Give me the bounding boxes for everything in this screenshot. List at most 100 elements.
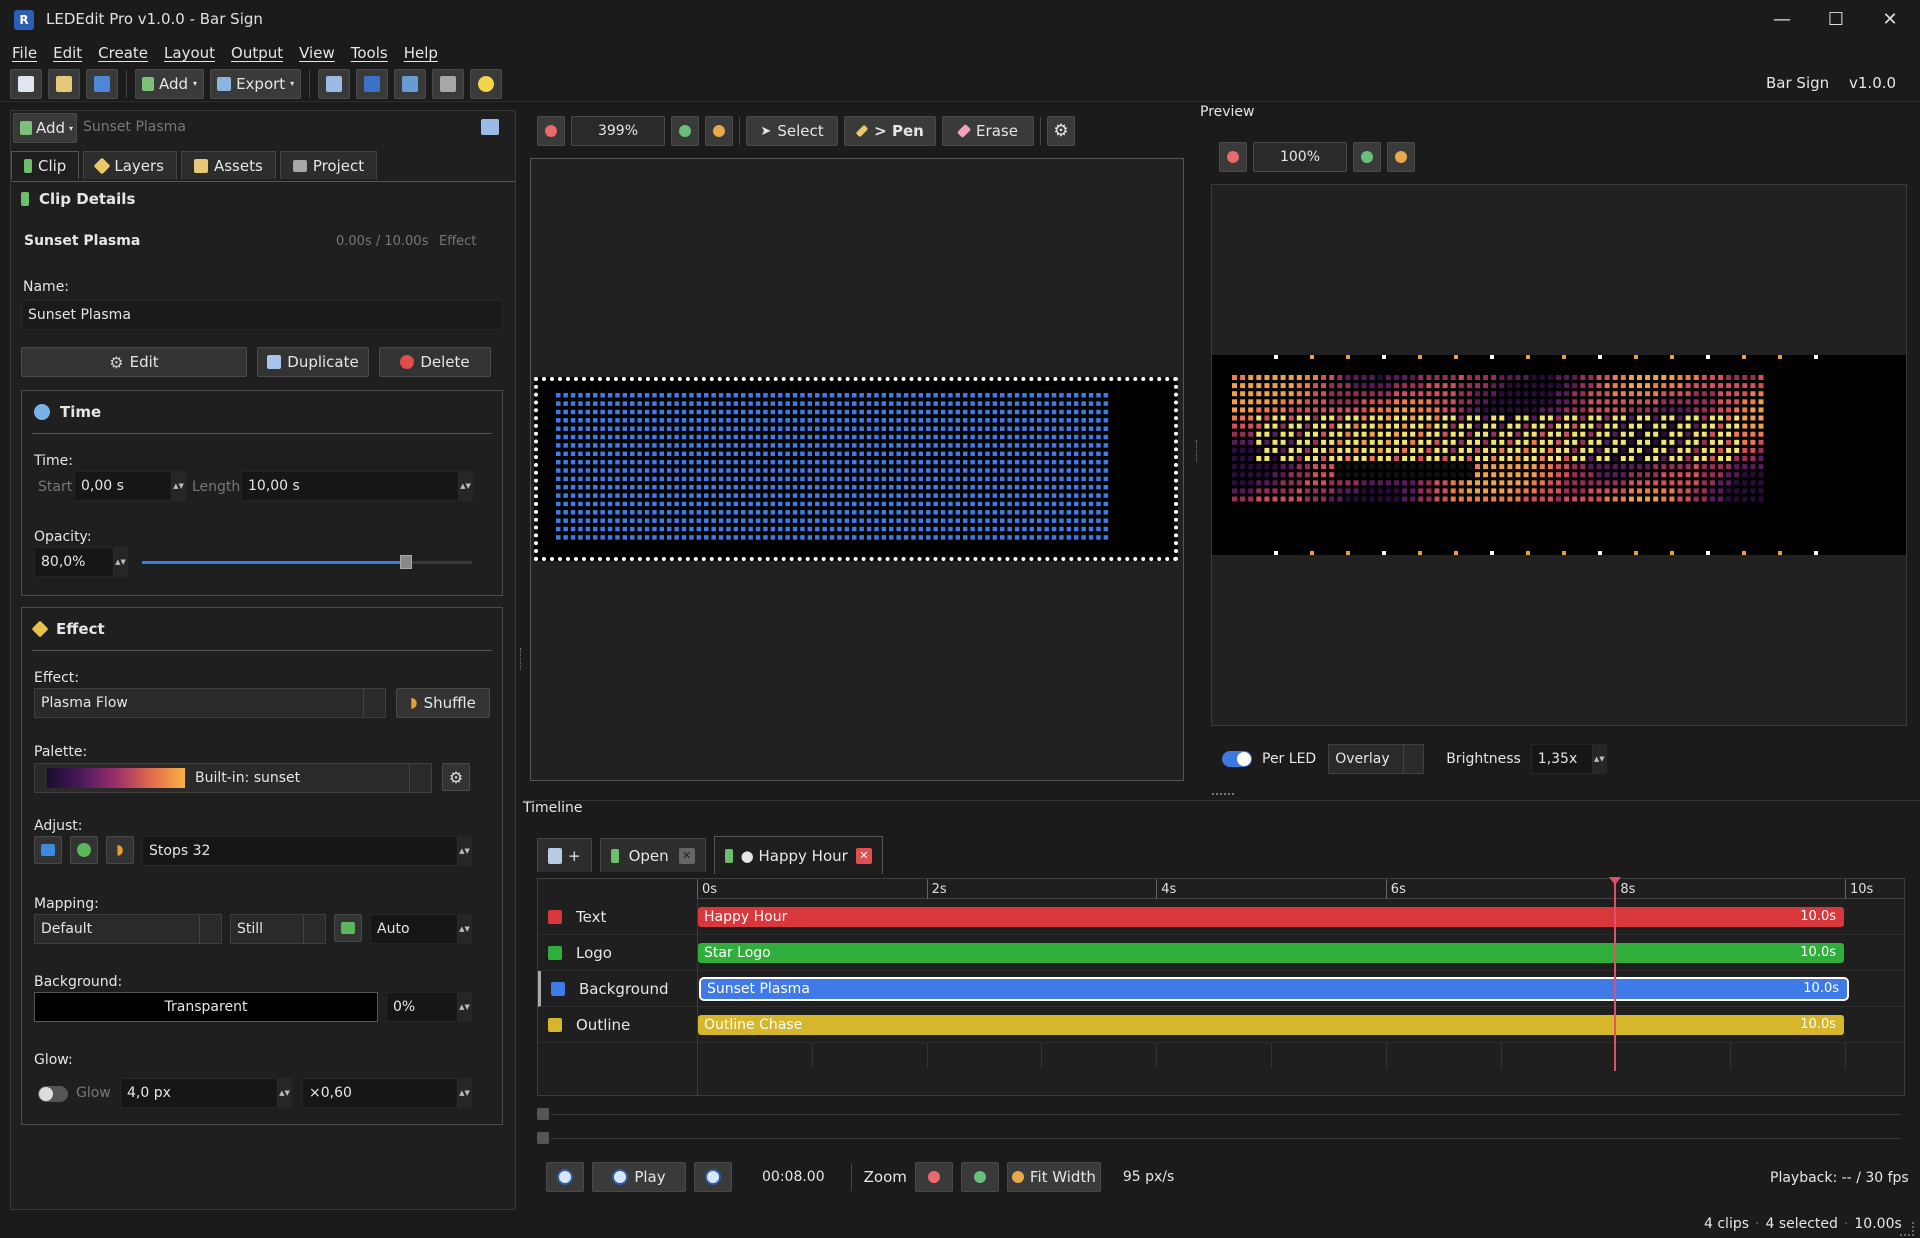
led-pixel[interactable] bbox=[770, 476, 776, 482]
led-pixel[interactable] bbox=[815, 409, 820, 415]
led-pixel[interactable] bbox=[829, 468, 835, 473]
led-pixel[interactable] bbox=[963, 535, 968, 540]
led-pixel[interactable] bbox=[874, 510, 879, 515]
led-pixel[interactable] bbox=[948, 434, 953, 440]
led-pixel[interactable] bbox=[674, 443, 679, 448]
led-pixel[interactable] bbox=[889, 493, 894, 498]
led-pixel[interactable] bbox=[593, 418, 598, 423]
led-pixel[interactable] bbox=[1103, 459, 1109, 465]
led-pixel[interactable] bbox=[933, 418, 938, 423]
led-pixel[interactable] bbox=[829, 476, 835, 482]
led-pixel[interactable] bbox=[881, 443, 887, 448]
blend-mode-select[interactable]: Overlay bbox=[1328, 744, 1425, 774]
led-pixel[interactable] bbox=[674, 476, 679, 482]
led-pixel[interactable] bbox=[748, 418, 753, 423]
led-pixel[interactable] bbox=[852, 426, 857, 431]
led-pixel[interactable] bbox=[955, 510, 961, 515]
led-pixel[interactable] bbox=[992, 459, 998, 465]
led-pixel[interactable] bbox=[970, 459, 975, 465]
led-pixel[interactable] bbox=[1014, 401, 1020, 406]
led-pixel[interactable] bbox=[1088, 468, 1094, 473]
led-pixel[interactable] bbox=[748, 443, 753, 448]
led-pixel[interactable] bbox=[689, 526, 694, 532]
led-pixel[interactable] bbox=[630, 493, 635, 498]
led-pixel[interactable] bbox=[800, 476, 805, 482]
led-pixel[interactable] bbox=[896, 518, 901, 523]
led-pixel[interactable] bbox=[859, 484, 864, 490]
led-pixel[interactable] bbox=[807, 484, 813, 490]
led-pixel[interactable] bbox=[933, 526, 938, 532]
led-pixel[interactable] bbox=[948, 484, 953, 490]
led-pixel[interactable] bbox=[770, 501, 776, 507]
led-pixel[interactable] bbox=[674, 401, 679, 406]
led-pixel[interactable] bbox=[585, 493, 591, 498]
led-pixel[interactable] bbox=[837, 493, 842, 498]
led-pixel[interactable] bbox=[940, 459, 946, 465]
led-pixel[interactable] bbox=[940, 476, 946, 482]
layout-window-button[interactable] bbox=[318, 68, 351, 99]
led-pixel[interactable] bbox=[896, 476, 901, 482]
led-pixel[interactable] bbox=[1014, 526, 1020, 532]
led-pixel[interactable] bbox=[985, 434, 990, 440]
led-pixel[interactable] bbox=[940, 401, 946, 406]
led-pixel[interactable] bbox=[652, 526, 657, 532]
led-pixel[interactable] bbox=[711, 393, 716, 398]
led-pixel[interactable] bbox=[970, 393, 975, 398]
led-pixel[interactable] bbox=[659, 535, 665, 540]
led-pixel[interactable] bbox=[622, 393, 628, 398]
led-pixel[interactable] bbox=[681, 535, 687, 540]
led-pixel[interactable] bbox=[1074, 468, 1079, 473]
led-pixel[interactable] bbox=[726, 501, 731, 507]
led-pixel[interactable] bbox=[637, 493, 642, 498]
led-pixel[interactable] bbox=[556, 393, 561, 398]
led-pixel[interactable] bbox=[600, 451, 605, 457]
led-pixel[interactable] bbox=[556, 501, 561, 507]
led-pixel[interactable] bbox=[674, 526, 679, 532]
led-pixel[interactable] bbox=[911, 484, 916, 490]
led-pixel[interactable] bbox=[1096, 459, 1101, 465]
led-pixel[interactable] bbox=[1029, 535, 1035, 540]
zoom-fit-button[interactable] bbox=[705, 116, 733, 146]
led-pixel[interactable] bbox=[637, 468, 642, 473]
led-pixel[interactable] bbox=[556, 526, 561, 532]
led-pixel[interactable] bbox=[726, 526, 731, 532]
led-pixel[interactable] bbox=[963, 426, 968, 431]
edit-canvas[interactable] bbox=[530, 158, 1184, 781]
led-pixel[interactable] bbox=[681, 476, 687, 482]
led-pixel[interactable] bbox=[940, 468, 946, 473]
led-pixel[interactable] bbox=[792, 468, 798, 473]
led-pixel[interactable] bbox=[689, 434, 694, 440]
led-pixel[interactable] bbox=[1037, 535, 1042, 540]
led-pixel[interactable] bbox=[733, 484, 739, 490]
led-pixel[interactable] bbox=[1066, 518, 1072, 523]
led-pixel[interactable] bbox=[607, 501, 613, 507]
led-pixel[interactable] bbox=[940, 493, 946, 498]
led-pixel[interactable] bbox=[570, 535, 576, 540]
led-pixel[interactable] bbox=[607, 418, 613, 423]
led-pixel[interactable] bbox=[889, 426, 894, 431]
led-pixel[interactable] bbox=[985, 493, 990, 498]
led-pixel[interactable] bbox=[815, 484, 820, 490]
led-pixel[interactable] bbox=[889, 451, 894, 457]
led-pixel[interactable] bbox=[955, 434, 961, 440]
led-pixel[interactable] bbox=[681, 501, 687, 507]
panel-add-button[interactable]: Add ▾ bbox=[13, 113, 77, 143]
led-pixel[interactable] bbox=[600, 409, 605, 415]
led-pixel[interactable] bbox=[881, 451, 887, 457]
led-pixel[interactable] bbox=[1088, 535, 1094, 540]
zoom-in-button[interactable] bbox=[671, 116, 699, 146]
led-pixel[interactable] bbox=[711, 476, 716, 482]
led-pixel[interactable] bbox=[711, 468, 716, 473]
led-pixel[interactable] bbox=[711, 443, 716, 448]
led-pixel[interactable] bbox=[718, 459, 724, 465]
led-pixel[interactable] bbox=[977, 501, 983, 507]
led-pixel[interactable] bbox=[585, 518, 591, 523]
led-pixel[interactable] bbox=[977, 443, 983, 448]
led-pixel[interactable] bbox=[689, 451, 694, 457]
led-pixel[interactable] bbox=[918, 484, 924, 490]
led-pixel[interactable] bbox=[704, 510, 709, 515]
led-pixel[interactable] bbox=[578, 510, 583, 515]
led-pixel[interactable] bbox=[800, 484, 805, 490]
mapping-select[interactable]: Default bbox=[34, 914, 222, 944]
led-pixel[interactable] bbox=[630, 393, 635, 398]
